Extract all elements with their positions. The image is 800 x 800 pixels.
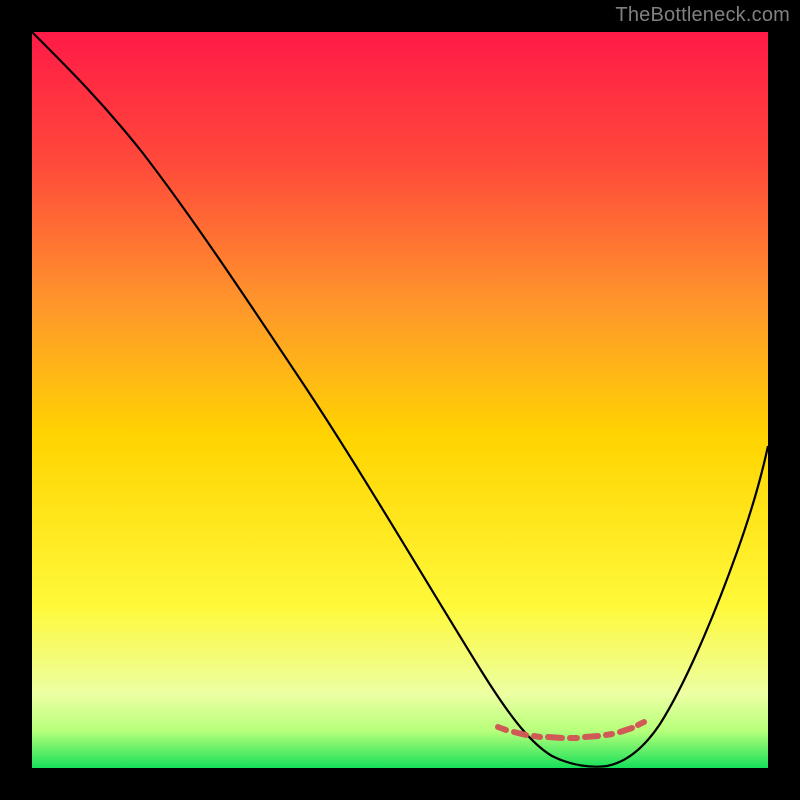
watermark-label: TheBottleneck.com xyxy=(615,4,790,27)
bottleneck-chart-svg xyxy=(32,32,768,768)
plot-area xyxy=(32,32,768,768)
chart-stage: TheBottleneck.com xyxy=(0,0,800,800)
gradient-background xyxy=(32,32,768,768)
